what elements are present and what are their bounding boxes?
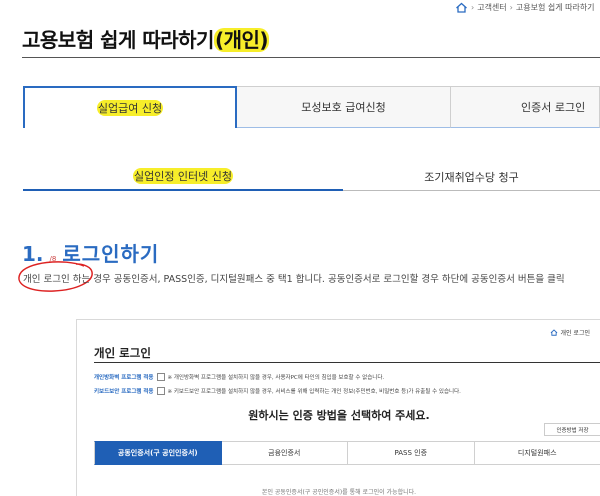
title-divider [22,57,600,58]
tab-maternity-benefit[interactable]: 모성보호 급여신청 [237,86,451,128]
tab-joint-certificate[interactable]: 공동인증서(구 공인인증서) [94,441,222,465]
tab-unemployment-benefit[interactable]: 실업급여 신청 [23,86,237,128]
secondary-tabs: 실업인정 인터넷 신청 조기재취업수당 청구 [23,163,600,191]
firewall-note: ※ 개인방화벽 프로그램을 설치하지 않을 경우, 사용자PC에 타인의 침입을… [167,375,385,381]
auth-method-tabs: 공동인증서(구 공인인증서) 금융인증서 PASS 인증 디지털원패스 [94,441,600,465]
tab-certificate-login[interactable]: 인증서 로그인 [451,86,600,128]
preview-breadcrumb: 개인 로그인 [550,328,590,337]
chevron-right-icon: › [471,3,475,12]
page-title-highlight: (개인) [213,28,270,52]
tab-pass-auth[interactable]: PASS 인증 [348,441,475,465]
home-icon [551,329,558,336]
chevron-right-icon: › [509,3,513,12]
breadcrumb-item[interactable]: 고객센터 [477,2,506,13]
preview-title: 개인 로그인 [94,346,151,360]
section-description: 개인 로그인 하는 경우 공동인증서, PASS인증, 디지털원패스 중 택1 … [23,274,565,285]
tab-financial-certificate[interactable]: 금융인증서 [221,441,348,465]
preview-note: 본인 공동인증서(구 공인인증서)를 통해 로그인이 가능합니다. [261,489,417,496]
tab-label: 모성보호 급여신청 [301,101,386,114]
breadcrumb-item[interactable]: 고용보험 쉽게 따라하기 [516,2,595,13]
tab-label: 인증서 로그인 [521,101,586,114]
firewall-option: 개인방화벽 프로그램 적용 ※ 개인방화벽 프로그램을 설치하지 않을 경우, … [94,373,384,381]
tab-label: 조기재취업수당 청구 [424,170,519,184]
keyboard-security-checkbox[interactable] [156,387,165,395]
home-icon[interactable] [455,2,468,13]
preview-breadcrumb-label: 개인 로그인 [560,330,590,337]
preview-divider [94,362,600,363]
save-method-button[interactable]: 인증방법 저장 [544,423,600,436]
breadcrumb: › 고객센터 › 고용보험 쉽게 따라하기 [455,2,600,13]
page-title-main: 고용보험 쉽게 따라하기 [22,28,214,52]
primary-tabs: 실업급여 신청 모성보호 급여신청 인증서 로그인 [23,86,600,128]
choose-method-heading: 원하시는 인증 방법을 선택하여 주세요. [248,409,430,422]
keyboard-security-option: 키보드보안 프로그램 적용 ※ 키보드보안 프로그램을 설치하지 않을 경우, … [94,387,461,395]
tab-label: 실업인정 인터넷 신청 [132,168,234,184]
keyboard-security-label: 키보드보안 프로그램 적용 [94,389,154,395]
tab-digital-onepass[interactable]: 디지털원패스 [474,441,600,465]
firewall-checkbox[interactable] [156,373,165,381]
firewall-label: 개인방화벽 프로그램 적용 [94,375,154,381]
tab-early-reemployment[interactable]: 조기재취업수당 청구 [343,163,600,191]
login-preview: 개인 로그인 개인 로그인 개인방화벽 프로그램 적용 ※ 개인방화벽 프로그램… [76,319,600,496]
keyboard-security-note: ※ 키보드보안 프로그램을 설치하지 않을 경우, 서비스를 위해 입력하는 개… [167,389,461,395]
tab-label: 실업급여 신청 [96,100,164,116]
tab-online-recognition[interactable]: 실업인정 인터넷 신청 [23,163,343,191]
page-title: 고용보험 쉽게 따라하기(개인) [22,24,270,53]
